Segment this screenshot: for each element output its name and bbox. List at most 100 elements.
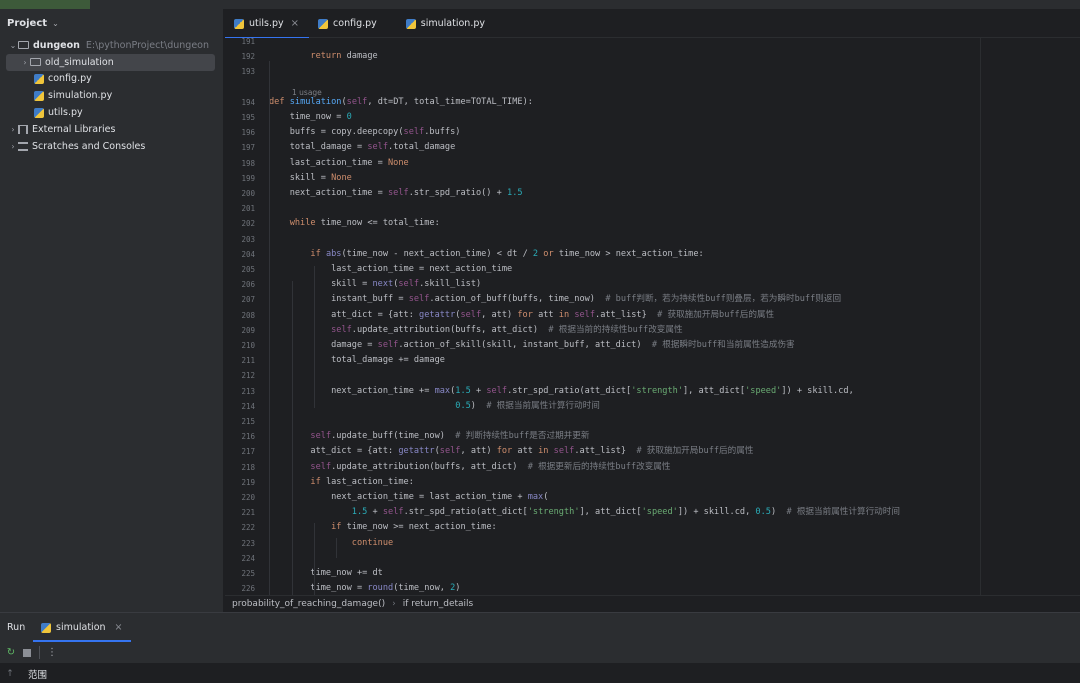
code-editor[interactable]: 191 192 193 194 195 196 197 198 199 200 201 202 203 2…	[225, 38, 1080, 595]
indent-guide	[291, 281, 293, 595]
run-tab-simulation[interactable]: simulation ×	[33, 613, 131, 642]
code-line: instant_buff = self.action_of_buff(buffs…	[269, 294, 842, 305]
python-file-icon	[234, 18, 244, 29]
code-line: 0.5) # 根据当前属性计算行动时间	[455, 400, 600, 411]
more-options-icon[interactable]: ⋮	[44, 645, 60, 661]
code-line: att_dict = {att: getattr(self, att) for …	[269, 446, 754, 457]
run-panel-title: Run	[7, 622, 26, 633]
code-line: if abs(time_now - next_action_time) < dt…	[310, 248, 704, 259]
close-icon[interactable]: ×	[115, 622, 123, 633]
python-file-icon	[318, 18, 329, 29]
folder-icon	[18, 41, 29, 50]
line-number: 196	[241, 128, 255, 138]
scroll-up-icon[interactable]: ↑	[0, 669, 20, 679]
rerun-icon[interactable]: ↻	[3, 645, 19, 661]
tree-item-label: simulation.py	[48, 90, 113, 102]
line-number: 210	[241, 341, 255, 350]
code-line: skill = None	[269, 172, 352, 183]
line-number: 211	[241, 356, 255, 366]
code-line: last_action_time = next_action_time	[269, 264, 513, 274]
chevron-right-icon[interactable]: ›	[8, 142, 18, 151]
line-number: 201	[241, 204, 255, 214]
code-line: skill = next(self.skill_list)	[269, 279, 482, 290]
code-line: self.update_attribution(buffs, att_dict)…	[310, 461, 671, 472]
python-file-icon	[34, 90, 44, 101]
chevron-right-icon[interactable]: ›	[8, 125, 18, 134]
project-panel: Project ⌄ ⌄ dungeon E:\pythonProject\dun…	[0, 9, 224, 612]
chevron-right-icon[interactable]: ›	[20, 58, 30, 67]
code-line: last_action_time = None	[269, 157, 409, 168]
line-number: 194	[241, 97, 255, 107]
tree-item-utils-py[interactable]: utils.py	[0, 104, 223, 121]
chevron-down-icon[interactable]: ⌄	[52, 19, 59, 28]
tree-root[interactable]: ⌄ dungeon E:\pythonProject\dungeon	[0, 37, 223, 54]
code-area[interactable]: return damage 1 usage def simulation(self,…	[269, 38, 1079, 595]
chevron-down-icon[interactable]: ⌄	[8, 41, 18, 50]
code-line: total_damage += damage	[269, 355, 445, 366]
breadcrumb-item[interactable]: probability_of_reaching_damage()	[232, 599, 385, 609]
run-tab-label: simulation	[56, 622, 106, 633]
code-line: time_now = round(time_now, 2)	[269, 583, 461, 594]
code-line: continue	[351, 537, 394, 548]
tree-item-external-libraries[interactable]: › External Libraries	[0, 121, 223, 138]
line-number: 202	[241, 219, 255, 229]
line-number: 223	[241, 538, 255, 548]
scratches-icon	[18, 141, 28, 151]
tab-utils-py[interactable]: utils.py ×	[225, 9, 310, 39]
tab-label: utils.py	[249, 18, 284, 29]
project-panel-header[interactable]: Project ⌄	[0, 9, 223, 37]
console-output-line: 范围	[28, 670, 48, 681]
title-bar	[0, 0, 1080, 9]
root-name: dungeon	[33, 39, 80, 51]
project-title: Project	[7, 17, 48, 29]
line-number: 197	[241, 143, 255, 153]
line-number: 214	[241, 401, 255, 411]
indent-guide	[336, 538, 337, 558]
line-number: 222	[241, 523, 255, 533]
right-margin-guide	[980, 38, 981, 595]
tab-simulation-py[interactable]: simulation.py	[387, 9, 495, 38]
code-line: next_action_time = self.str_spd_ratio() …	[269, 188, 523, 198]
line-number: 200	[241, 189, 255, 198]
tree-item-old-simulation[interactable]: › old_simulation	[6, 53, 215, 71]
tree-item-label: config.py	[48, 73, 92, 85]
tree-item-label: External Libraries	[32, 123, 116, 135]
library-icon	[18, 124, 28, 134]
line-number: 225	[241, 569, 255, 578]
code-line: damage = self.action_of_skill(skill, ins…	[269, 340, 795, 350]
tree-item-simulation-py[interactable]: simulation.py	[0, 87, 223, 104]
line-number-gutter[interactable]: 191 192 193 194 195 196 197 198 199 200 201 202 203 2…	[225, 38, 255, 595]
code-line: return damage	[310, 51, 378, 62]
breadcrumb-item[interactable]: if return_details	[403, 599, 474, 609]
editor-tabs: utils.py × config.py simulation.py	[225, 9, 1080, 39]
close-icon[interactable]: ×	[291, 18, 299, 29]
tab-config-py[interactable]: config.py	[309, 9, 387, 38]
line-number: 213	[241, 386, 255, 396]
toolbar-divider	[39, 646, 40, 659]
line-number: 221	[241, 508, 255, 518]
code-line: self.update_attribution(buffs, att_dict)…	[331, 324, 683, 335]
tree-item-config-py[interactable]: config.py	[0, 71, 223, 88]
code-line: time_now += dt	[269, 568, 383, 578]
line-number: 219	[241, 477, 255, 487]
title-bar-accent	[0, 0, 90, 9]
code-line: total_damage = self.total_damage	[269, 142, 456, 153]
stop-icon[interactable]	[19, 645, 35, 661]
line-number: 192	[241, 52, 255, 62]
indent-guide	[314, 266, 315, 408]
indent-guide	[269, 60, 270, 595]
line-number: 207	[241, 295, 255, 305]
code-line: next_action_time = last_action_time + ma…	[269, 492, 549, 502]
chevron-right-icon: ›	[392, 599, 396, 609]
line-number: 220	[241, 493, 255, 502]
tree-item-scratches[interactable]: › Scratches and Consoles	[0, 138, 223, 155]
line-number: 215	[241, 417, 255, 426]
line-number: 204	[241, 249, 255, 259]
python-file-icon	[34, 73, 44, 84]
tab-label: config.py	[333, 18, 377, 29]
line-number: 226	[241, 584, 255, 594]
python-file-icon	[41, 622, 51, 633]
line-number: 206	[241, 280, 255, 290]
run-console[interactable]: ↑ 范围	[0, 664, 1080, 683]
tree-item-label: utils.py	[48, 107, 83, 119]
